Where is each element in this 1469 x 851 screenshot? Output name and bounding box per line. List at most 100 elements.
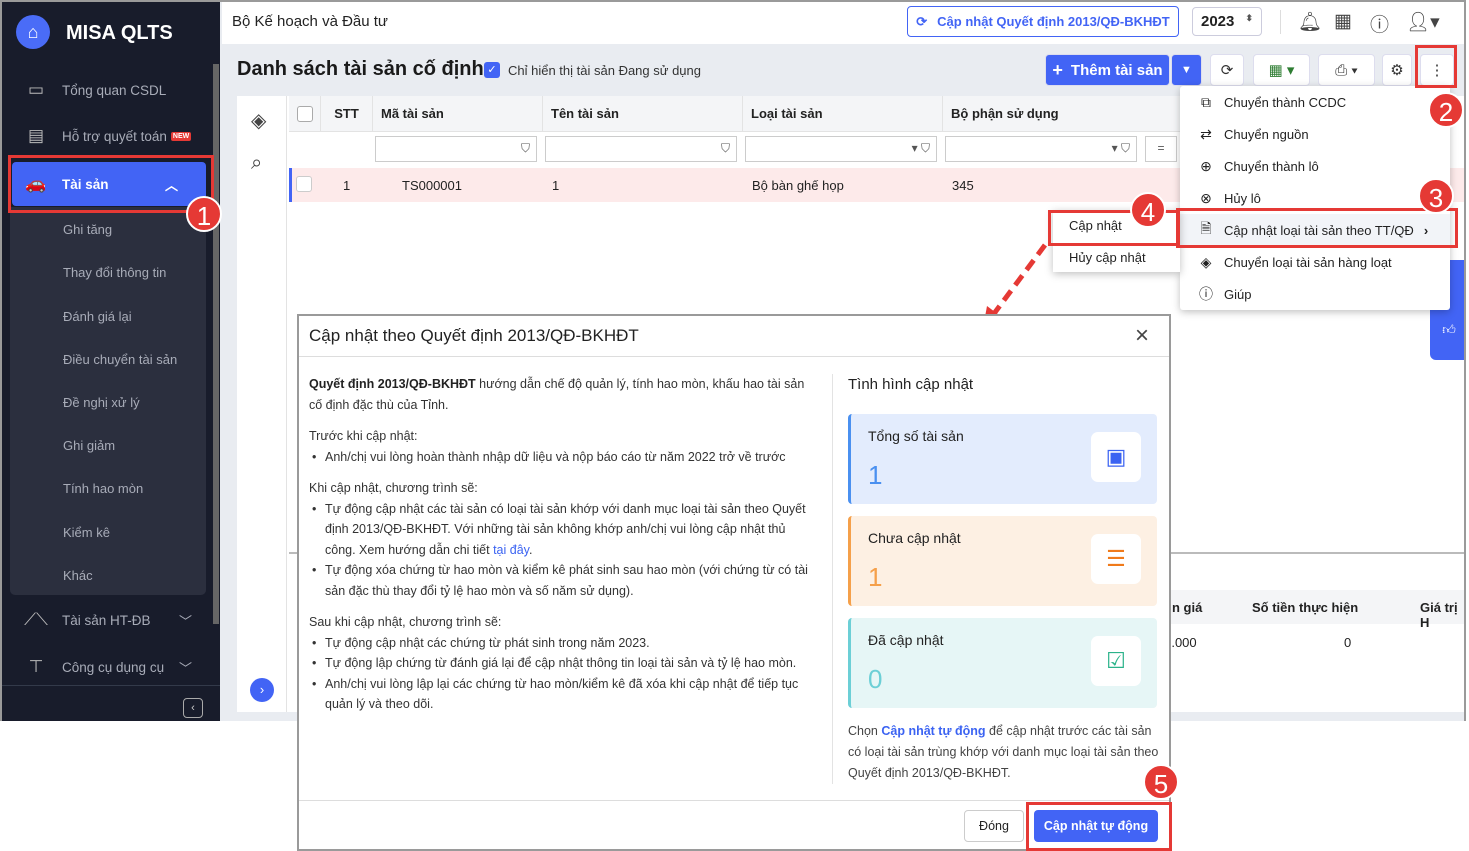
submenu-item[interactable]: Đề nghị xử lý xyxy=(63,395,140,410)
settings-button[interactable]: ⚙ xyxy=(1382,54,1412,86)
update-decision-button[interactable]: ⟳ Cập nhật Quyết định 2013/QĐ-BKHĐT xyxy=(907,6,1179,37)
status-title: Tình hình cập nhật xyxy=(848,376,974,393)
add-asset-button[interactable]: + Thêm tài sản xyxy=(1045,54,1170,86)
close-button[interactable]: Đóng xyxy=(964,810,1024,842)
divider xyxy=(299,356,1169,357)
list-item: Tự động lập chứng từ đánh giá lại để cập… xyxy=(309,653,819,674)
close-icon[interactable]: × xyxy=(1135,322,1149,350)
column-header[interactable]: Mã tài sản xyxy=(373,96,543,132)
filter-icon[interactable]: ⛉ xyxy=(921,141,930,155)
submenu-item[interactable]: Khác xyxy=(63,568,93,583)
filter-icon[interactable]: ⛉ xyxy=(1121,141,1130,155)
label: Giúp xyxy=(1224,286,1252,302)
expand-button[interactable]: › xyxy=(250,678,274,702)
sidebar-item-settlement[interactable]: ▤ Hỗ trợ quyết toán NEW xyxy=(2,114,220,158)
annotation-box xyxy=(1176,208,1458,248)
reload-button[interactable]: ⟳ xyxy=(1210,54,1244,86)
app-name: MISA QLTS xyxy=(66,22,173,44)
submenu-item[interactable]: Điều chuyển tài sản xyxy=(63,352,177,367)
menu-item-convert-batch[interactable]: ⊕ Chuyển thành lô xyxy=(1180,150,1450,182)
search-icon[interactable]: ⌕ xyxy=(251,152,262,175)
grid-list-icon: ▣ xyxy=(1091,432,1141,482)
road-icon: ⟋⟍ xyxy=(24,610,48,629)
label: Chuyển thành CCDC xyxy=(1224,94,1347,110)
label: Công cụ dụng cụ xyxy=(62,659,165,675)
add-asset-dropdown[interactable]: ▼ xyxy=(1171,54,1202,86)
label: Chuyển nguồn xyxy=(1224,126,1309,142)
plus-icon: + xyxy=(1052,59,1063,80)
submenu-item[interactable]: Đánh giá lại xyxy=(63,309,132,324)
print-button[interactable]: ⎙ ▾ xyxy=(1318,54,1375,86)
sidebar-item-tools[interactable]: ⊤ Công cụ dụng cụ ﹀ xyxy=(2,645,220,689)
new-badge: NEW xyxy=(170,131,192,141)
column-header[interactable]: Loại tài sản xyxy=(743,96,943,132)
filter-icon[interactable]: ⛉ xyxy=(521,141,530,155)
filter-icon[interactable]: ⛉ xyxy=(721,141,730,155)
export-excel-button[interactable]: ▦ ▾ xyxy=(1253,54,1310,86)
label: Chuyển loại tài sản hàng loạt xyxy=(1224,254,1392,270)
type-filter-select[interactable]: ▾ ⛉ xyxy=(745,136,937,162)
section-title: Khi cập nhật, chương trình sẽ: xyxy=(309,481,478,495)
submenu-item[interactable]: Ghi giảm xyxy=(63,438,115,453)
sidebar-item-overview[interactable]: ▭ Tổng quan CSDL xyxy=(2,68,220,112)
section-title: Sau khi cập nhật, chương trình sẽ: xyxy=(309,615,502,629)
stepper-arrows-icon[interactable]: ⬍ xyxy=(1245,13,1253,24)
year-stepper[interactable]: 2023 ⬍ xyxy=(1192,7,1262,36)
help-icon[interactable]: ⓘ xyxy=(1370,10,1389,37)
logo-icon: ⌂ xyxy=(16,15,50,49)
annotation-number: 3 xyxy=(1418,178,1454,214)
guide-link[interactable]: tại đây xyxy=(493,543,529,557)
organization-name: Bộ Kế hoạch và Đầu tư xyxy=(232,13,388,30)
active-only-checkbox[interactable]: ✓ xyxy=(484,62,500,78)
user-icon[interactable]: 👤︎▾ xyxy=(1406,10,1440,34)
auto-update-note: Chọn Cập nhật tự động để cập nhật trước … xyxy=(848,721,1160,784)
apps-grid-icon[interactable]: ▦ xyxy=(1334,10,1352,33)
code-filter-input[interactable]: ⛉ xyxy=(375,136,537,162)
divider xyxy=(832,374,833,784)
column-header[interactable]: STT xyxy=(321,96,373,132)
submenu-item-cancel-update[interactable]: Hủy cập nhật xyxy=(1069,250,1146,265)
convert-icon: ⧉ xyxy=(1201,93,1211,110)
assets-submenu: Ghi tăng Thay đổi thông tin Đánh giá lại… xyxy=(10,207,206,595)
submenu-item[interactable]: Ghi tăng xyxy=(63,222,112,237)
collapse-sidebar-button[interactable]: ‹ xyxy=(183,698,203,718)
label: Chuyển thành lô xyxy=(1224,158,1319,174)
sidebar-item-infrastructure[interactable]: ⟋⟍ Tài sản HT-ĐB ﹀ xyxy=(2,598,220,642)
select-all-checkbox-cell xyxy=(289,96,321,132)
column-header[interactable]: Bộ phận sử dụng xyxy=(943,96,1183,132)
menu-item-help[interactable]: ⓘ Giúp xyxy=(1180,278,1450,310)
cell-type: Bộ bàn ghế họp xyxy=(752,178,844,193)
menu-item-bulk-change-type[interactable]: ◈ Chuyển loại tài sản hàng loạt xyxy=(1180,246,1450,278)
sidebar-scrollbar[interactable] xyxy=(213,64,219,624)
menu-item-convert-ccdc[interactable]: ⧉ Chuyển thành CCDC xyxy=(1180,86,1450,118)
select-all-checkbox[interactable] xyxy=(297,106,313,122)
monitor-chart-icon: ▭ xyxy=(27,80,45,99)
annotation-box xyxy=(8,155,214,213)
menu-item-change-source[interactable]: ⇄ Chuyển nguồn xyxy=(1180,118,1450,150)
submenu-item[interactable]: Thay đổi thông tin xyxy=(63,265,166,280)
note-link: Cập nhật tự động xyxy=(881,724,986,738)
text: Tự động cập nhật các tài sản có loại tài… xyxy=(325,501,806,557)
printer-icon: ⎙ ▾ xyxy=(1335,61,1358,79)
label: Thêm tài sản xyxy=(1070,61,1163,79)
label: Cập nhật Quyết định 2013/QĐ-BKHĐT xyxy=(937,14,1170,29)
submenu-item[interactable]: Kiểm kê xyxy=(63,525,110,540)
paint-roller-icon: ⊤ xyxy=(28,657,44,676)
gear-icon: ⚙ xyxy=(1390,62,1404,79)
operator-filter[interactable]: = xyxy=(1145,136,1177,162)
submenu-item[interactable]: Tính hao mòn xyxy=(63,481,143,496)
annotation-box xyxy=(1415,45,1457,88)
column-header[interactable]: Tên tài sản xyxy=(543,96,743,132)
remove-copy-icon: ⊗ xyxy=(1200,189,1212,206)
card-value: 1 xyxy=(868,562,883,592)
layers-icon: ◈ xyxy=(1200,253,1212,270)
page-title: Danh sách tài sản cố định xyxy=(237,58,484,80)
name-filter-input[interactable]: ⛉ xyxy=(545,136,737,162)
layers-icon[interactable]: ◈ xyxy=(251,108,266,133)
section-title: Trước khi cập nhật: xyxy=(309,429,418,443)
row-checkbox[interactable] xyxy=(296,176,312,192)
update-decision-dialog: Cập nhật theo Quyết định 2013/QĐ-BKHĐT ×… xyxy=(297,314,1171,851)
detail-cell: ).000 xyxy=(1167,635,1197,650)
dept-filter-select[interactable]: ▾ ⛉ xyxy=(945,136,1137,162)
bell-icon[interactable]: 🔔︎ xyxy=(1298,10,1322,34)
